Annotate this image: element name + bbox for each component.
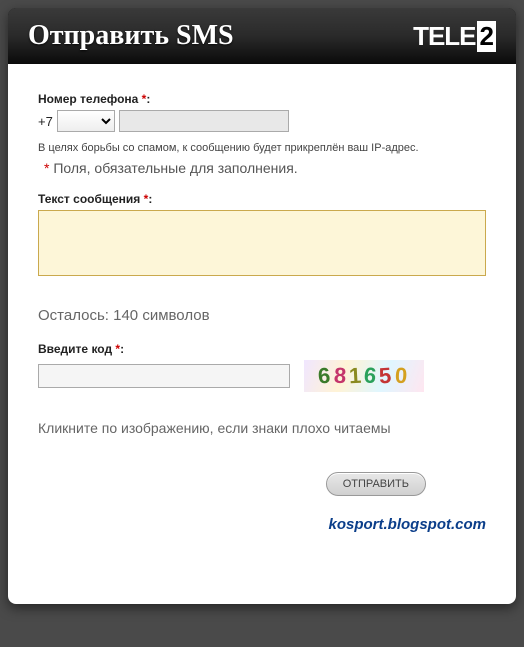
region-select[interactable] — [57, 110, 115, 132]
chars-remaining: Осталось: 140 символов — [38, 307, 486, 324]
captcha-image[interactable]: 681650 — [304, 360, 424, 392]
captcha-hint: Кликните по изображению, если знаки плох… — [38, 420, 486, 436]
captcha-label: Введите код *: — [38, 342, 486, 356]
page-title: Отправить SMS — [28, 20, 234, 52]
phone-row: +7 — [38, 110, 486, 132]
sms-panel: Отправить SMS TELE2 Номер телефона *: +7… — [8, 8, 516, 604]
spam-note: В целях борьбы со спамом, к сообщению бу… — [38, 142, 486, 154]
submit-button[interactable]: ОТПРАВИТЬ — [326, 472, 426, 496]
submit-row: ОТПРАВИТЬ — [38, 472, 486, 496]
phone-label: Номер телефона *: — [38, 92, 486, 106]
captcha-row: 681650 — [38, 360, 486, 392]
message-textarea[interactable] — [38, 210, 486, 276]
phone-prefix: +7 — [38, 114, 53, 129]
form-content: Номер телефона *: +7 В целях борьбы со с… — [8, 64, 516, 604]
required-note: * Поля, обязательные для заполнения. — [44, 160, 486, 176]
tele2-logo: TELE2 — [413, 21, 496, 52]
header: Отправить SMS TELE2 — [8, 8, 516, 64]
phone-input[interactable] — [119, 110, 289, 132]
message-label: Текст сообщения *: — [38, 192, 486, 206]
captcha-input[interactable] — [38, 364, 290, 388]
footer-link[interactable]: kosport.blogspot.com — [38, 516, 486, 533]
